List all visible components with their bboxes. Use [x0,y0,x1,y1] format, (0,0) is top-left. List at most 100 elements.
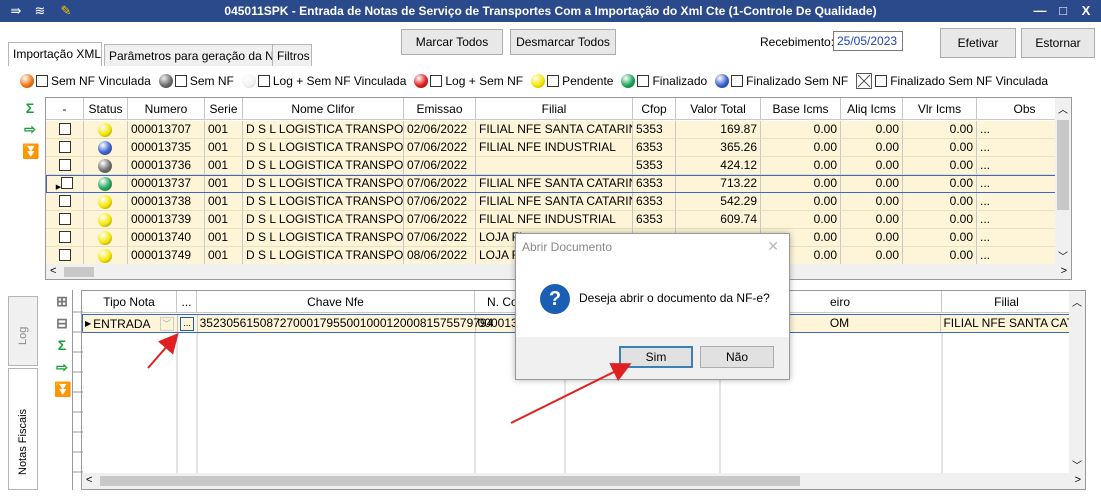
scroll-down-icon[interactable]: ﹀ [1058,248,1068,263]
cell-emissao: 07/06/2022 [404,193,476,211]
scroll-up-icon[interactable]: ︿ [1058,101,1068,116]
remove-row-icon[interactable]: ⊟ [54,315,70,331]
notas-fiscais-hscroll[interactable]: < > [82,473,1085,489]
legend-label: Pendente [562,74,614,88]
cell-base: 0.00 [761,211,841,229]
export-icon[interactable]: ⇨ [54,359,70,375]
table-row[interactable]: ▶ 000013737 001 D S L LOGISTICA TRANSPORT 07… [46,175,1071,193]
cell-numero: 000013739 [128,211,205,229]
cell-aliq: 0.00 [841,211,903,229]
legend-checkbox[interactable] [637,75,650,87]
select-cell [46,193,84,211]
table-row[interactable]: 000013707 001 D S L LOGISTICA TRANSPORT 02/… [46,121,1071,139]
filter-down-icon[interactable]: ⏬ [22,143,39,159]
legend-checkbox[interactable] [731,75,744,87]
col-serie[interactable]: Serie [205,98,243,119]
scroll-right-icon[interactable]: > [1061,265,1067,277]
cell-aliq: 0.00 [841,121,903,139]
col-tipo-nota[interactable]: Tipo Nota [82,291,177,312]
question-icon: ? [540,284,570,314]
sim-button[interactable]: Sim [619,346,693,368]
row-checkbox[interactable] [58,249,71,261]
chevron-down-icon[interactable]: ﹀ [159,316,174,331]
minimize-button[interactable]: — [1030,2,1050,20]
col-btn[interactable]: ... [177,291,197,312]
legend-checkbox[interactable] [875,75,888,87]
col-nome-clifor[interactable]: Nome Clifor [243,98,404,119]
dialog-close-icon[interactable]: ✕ [767,238,779,255]
marcar-todos-button[interactable]: Marcar Todos [401,29,503,55]
scroll-thumb[interactable] [1057,120,1069,210]
nao-button[interactable]: Não [700,346,774,368]
scroll-thumb[interactable] [100,476,800,486]
tab-log[interactable]: Log [8,296,38,366]
scroll-left-icon[interactable]: < [50,265,56,277]
scroll-down-icon[interactable]: ﹀ [1072,457,1082,472]
filter-down-icon[interactable]: ⏬ [54,381,71,397]
close-button[interactable]: X [1076,2,1096,20]
row-checkbox[interactable] [58,159,71,171]
legend-checkbox[interactable] [547,75,560,87]
cell-vlr: 0.00 [903,175,977,193]
cell-vlr: 0.00 [903,157,977,175]
efetivar-button[interactable]: Efetivar [940,28,1016,58]
scroll-thumb[interactable] [64,267,94,277]
estornar-button[interactable]: Estornar [1021,28,1095,58]
white-status-icon [241,74,256,88]
row-checkbox[interactable] [58,231,71,243]
table-row[interactable]: 000013736 001 D S L LOGISTICA TRANSPORT 07/… [46,157,1071,175]
cell-cfop: 6353 [633,139,676,157]
table-row[interactable]: 000013739 001 D S L LOGISTICA TRANSPORT 07/… [46,211,1071,229]
col-select[interactable]: - [46,98,84,119]
row-checkbox[interactable] [58,213,71,225]
export-icon[interactable]: ⇨ [22,121,38,137]
tab-importacao-xml[interactable]: Importação XML [8,42,102,66]
tab-parametros[interactable]: Parâmetros para geração da NF [104,44,281,66]
row-checkbox[interactable] [58,141,71,153]
add-row-icon[interactable]: ⊞ [54,293,70,309]
row-checkbox[interactable] [58,195,71,207]
legend-checkbox[interactable] [174,75,187,87]
desmarcar-todos-button[interactable]: Desmarcar Todos [510,29,616,55]
status-cell [84,229,128,247]
maximize-button[interactable]: □ [1053,2,1073,20]
cell-valor: 169.87 [676,121,761,139]
legend-checkbox[interactable] [257,75,270,87]
tipo-nota-select[interactable]: ▶ ENTRADA ﹀ [83,315,178,332]
legend-checkbox[interactable] [36,75,48,87]
notas-grid-vscroll[interactable]: ︿ ﹀ [1055,98,1071,264]
notas-fiscais-vscroll[interactable]: ︿ ﹀ [1069,291,1085,473]
col-base-icms[interactable]: Base Icms [761,98,841,119]
sum-icon[interactable]: Σ [54,337,70,353]
col-aliq-icms[interactable]: Aliq Icms [841,98,903,119]
cell-clifor: D S L LOGISTICA TRANSPORT [243,139,404,157]
row-checkbox[interactable] [61,177,74,189]
col-chave-nfe[interactable]: Chave Nfe [197,291,475,312]
legend-checkbox[interactable] [430,75,443,87]
select-cell [46,157,84,175]
recebimento-date-input[interactable]: 25/05/2023 [833,31,903,51]
row-checkbox[interactable] [58,123,71,135]
scroll-up-icon[interactable]: ︿ [1072,294,1082,309]
col-status[interactable]: Status [84,98,128,119]
cell-serie: 001 [205,157,243,175]
scroll-right-icon[interactable]: > [1075,474,1081,486]
scroll-left-icon[interactable]: < [86,474,92,486]
cell-valor: 365.26 [676,139,761,157]
table-row[interactable]: 000013735 001 D S L LOGISTICA TRANSPORT 07/… [46,139,1071,157]
ellipsis-button[interactable]: ... [180,316,195,331]
col-filial[interactable]: Filial [476,98,633,119]
cell-serie: 001 [205,229,243,247]
cell-base: 0.00 [761,175,841,193]
col-cfop[interactable]: Cfop [633,98,676,119]
sum-icon[interactable]: Σ [22,100,38,116]
table-row[interactable]: 000013738 001 D S L LOGISTICA TRANSPORT 07/… [46,193,1071,211]
col-filial-2[interactable]: Filial [942,291,1072,312]
tab-filtros[interactable]: Filtros [272,44,312,66]
col-emissao[interactable]: Emissao [404,98,476,119]
col-vlr-icms[interactable]: Vlr Icms [903,98,977,119]
cell-clifor: D S L LOGISTICA TRANSPORT [243,229,404,247]
tab-notas-fiscais[interactable]: Notas Fiscais [8,368,38,490]
col-valor-total[interactable]: Valor Total [676,98,761,119]
col-numero[interactable]: Numero [128,98,205,119]
